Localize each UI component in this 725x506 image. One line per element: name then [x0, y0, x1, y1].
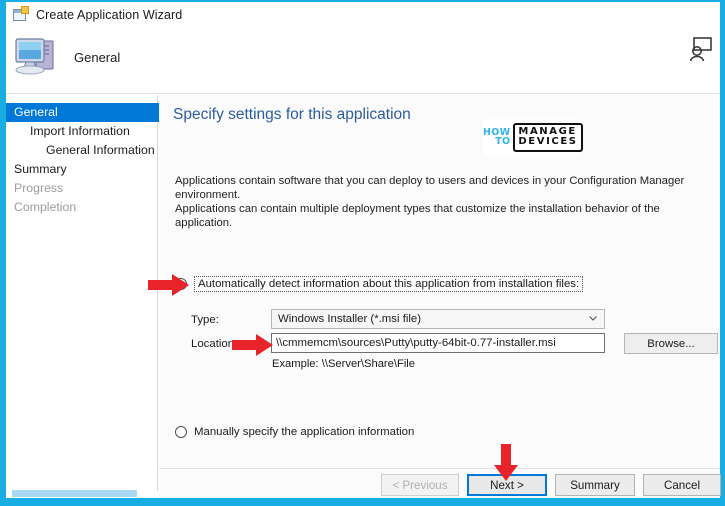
browse-button[interactable]: Browse...	[624, 333, 718, 354]
radio-manual-specify[interactable]: Manually specify the application informa…	[175, 426, 414, 438]
sidebar-item-label: General	[14, 105, 58, 119]
sidebar-item-import-information[interactable]: Import Information	[6, 122, 157, 141]
description-line-1: Applications contain software that you c…	[175, 175, 685, 201]
radio-auto-detect[interactable]: Automatically detect information about t…	[175, 276, 584, 292]
type-label: Type:	[191, 314, 219, 326]
title-bar: Create Application Wizard	[6, 2, 720, 28]
wizard-content: Specify settings for this application HO…	[159, 95, 720, 468]
wizard-window: Create Application Wizard General Genera…	[0, 0, 725, 506]
wizard-header: General	[6, 28, 720, 94]
window-frame-bottom	[0, 498, 725, 506]
next-button[interactable]: Next >	[467, 474, 547, 496]
sidebar-item-label: Completion	[14, 200, 77, 214]
sidebar-item-label: Import Information	[30, 124, 130, 138]
how-to-manage-devices-watermark: HOW TO MANAGE DEVICES	[483, 119, 583, 155]
type-dropdown[interactable]: Windows Installer (*.msi file)	[271, 309, 605, 329]
user-account-icon	[689, 37, 712, 62]
location-label: Location:	[191, 338, 238, 350]
horizontal-scrollbar-thumb[interactable]	[12, 490, 137, 497]
sidebar-item-label: Summary	[14, 162, 67, 176]
sidebar-item-label: General Information	[46, 143, 155, 157]
radio-manual-specify-label: Manually specify the application informa…	[194, 426, 415, 438]
window-frame-right	[720, 0, 725, 506]
cancel-button[interactable]: Cancel	[643, 474, 721, 496]
chevron-down-icon	[589, 316, 597, 321]
description-text: Applications contain software that you c…	[175, 174, 705, 230]
sidebar-item-general-information[interactable]: General Information	[6, 141, 157, 160]
location-input[interactable]: \\cmmemcm\sources\Putty\putty-64bit-0.77…	[271, 333, 605, 353]
page-title: Specify settings for this application	[173, 106, 411, 123]
sidebar-item-progress[interactable]: Progress	[6, 179, 157, 198]
summary-button[interactable]: Summary	[555, 474, 635, 496]
window-title: Create Application Wizard	[36, 8, 183, 22]
wizard-app-icon	[12, 6, 29, 23]
previous-button[interactable]: < Previous	[381, 474, 459, 496]
type-dropdown-value: Windows Installer (*.msi file)	[278, 313, 422, 325]
radio-manual-specify-button[interactable]	[175, 426, 187, 438]
wizard-sidebar: General Import Information General Infor…	[6, 95, 160, 491]
radio-auto-detect-button[interactable]	[175, 278, 187, 290]
location-example-text: Example: \\Server\Share\File	[272, 358, 416, 370]
sidebar-footer-area	[6, 468, 158, 490]
wizard-footer: < Previous Next > Summary Cancel	[159, 468, 721, 498]
sidebar-item-label: Progress	[14, 181, 64, 195]
sidebar-item-summary[interactable]: Summary	[6, 160, 157, 179]
watermark-devices: DEVICES	[518, 136, 578, 147]
description-line-2: Applications can contain multiple deploy…	[175, 203, 660, 229]
location-input-value: \\cmmemcm\sources\Putty\putty-64bit-0.77…	[276, 337, 556, 349]
header-title: General	[74, 50, 121, 65]
watermark-to: TO	[495, 136, 511, 147]
computer-icon	[15, 38, 54, 75]
radio-auto-detect-label: Automatically detect information about t…	[194, 276, 584, 292]
sidebar-item-general[interactable]: General	[6, 103, 160, 122]
sidebar-item-completion[interactable]: Completion	[6, 198, 157, 217]
